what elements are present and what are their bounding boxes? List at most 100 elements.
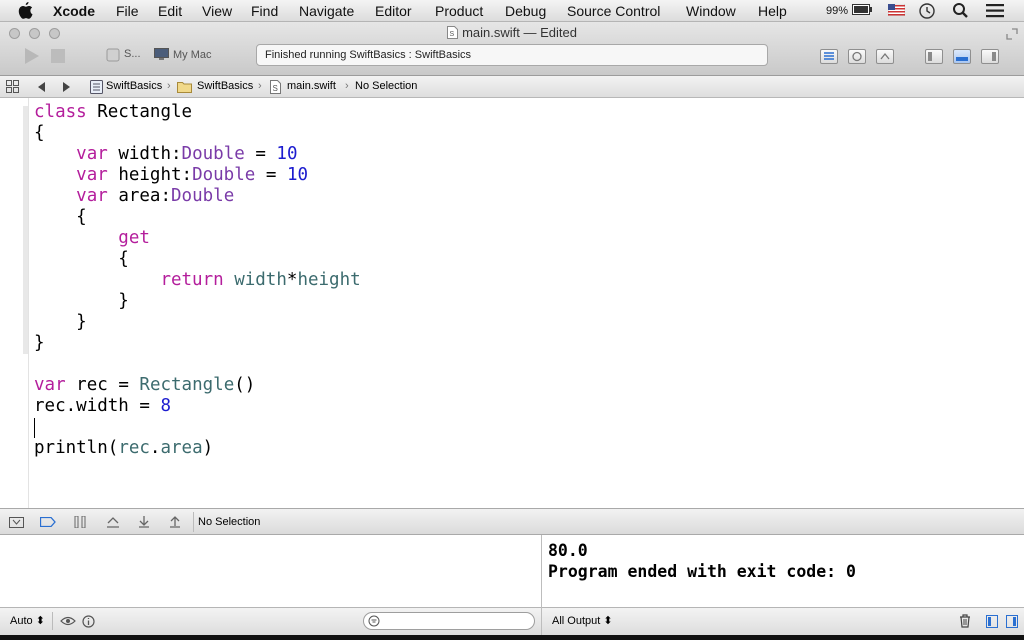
mac-icon (154, 48, 169, 61)
code-line[interactable]: { (34, 249, 361, 270)
swift-file-icon: S (270, 80, 281, 94)
svg-text:S: S (273, 84, 278, 93)
version-editor-button[interactable] (876, 49, 894, 64)
flag-icon[interactable] (888, 4, 905, 16)
console-line: 80.0 (548, 541, 588, 560)
info-icon[interactable] (82, 615, 95, 628)
code-line[interactable]: return width*height (34, 270, 360, 291)
divider (193, 512, 194, 532)
console-line: Program ended with exit code: 0 (548, 562, 856, 581)
jump-file[interactable]: main.swift (287, 76, 336, 97)
menu-find[interactable]: Find (251, 2, 278, 20)
step-over-icon[interactable] (106, 516, 120, 528)
show-variables-view-icon[interactable] (986, 615, 998, 628)
apple-icon[interactable] (18, 1, 33, 19)
folder-icon (177, 81, 192, 93)
debug-selection: No Selection (198, 516, 261, 528)
code-line[interactable]: class Rectangle (34, 102, 361, 123)
jump-group[interactable]: SwiftBasics (197, 76, 253, 97)
menu-bar: Xcode File Edit View Find Navigate Edito… (0, 0, 1024, 22)
jump-selection[interactable]: No Selection (355, 76, 417, 97)
battery-level[interactable]: 99% (826, 3, 848, 19)
divider (52, 612, 53, 630)
menu-product[interactable]: Product (435, 2, 483, 20)
window-title: S main.swift — Edited (0, 25, 1024, 40)
scheme-selector[interactable]: S... (124, 48, 141, 60)
code-line[interactable]: } (34, 291, 361, 312)
code-line[interactable]: var height:Double = 10 (34, 165, 361, 186)
destination-selector[interactable]: My Mac (173, 49, 212, 61)
code-line[interactable]: { (34, 123, 361, 144)
jump-project[interactable]: SwiftBasics (106, 76, 162, 97)
text-cursor (34, 418, 35, 438)
menu-source-control[interactable]: Source Control (567, 2, 660, 20)
menu-navigate[interactable]: Navigate (299, 2, 354, 20)
console-bottom-bar: All Output ⬍ (542, 607, 1024, 635)
run-button[interactable] (22, 46, 42, 66)
code-line[interactable]: var rec = Rectangle() (34, 375, 361, 396)
activity-status-text: Finished running SwiftBasics : SwiftBasi… (265, 49, 472, 61)
trash-icon[interactable] (959, 614, 971, 628)
hide-debug-area-icon[interactable] (9, 517, 24, 528)
menu-debug[interactable]: Debug (505, 2, 546, 20)
breakpoints-icon[interactable] (40, 517, 56, 527)
menu-file[interactable]: File (116, 2, 139, 20)
debug-bar: No Selection (0, 508, 1024, 535)
code-line[interactable] (34, 417, 361, 438)
scope-selector[interactable]: Auto ⬍ (10, 608, 45, 635)
menu-window[interactable]: Window (686, 2, 736, 20)
variables-filter-field[interactable] (363, 612, 535, 630)
scheme-icon (106, 48, 120, 62)
code-line[interactable]: var area:Double (34, 186, 361, 207)
code-line[interactable]: } (34, 333, 361, 354)
code-line[interactable]: { (34, 207, 361, 228)
code-line[interactable]: } (34, 312, 361, 333)
step-into-icon[interactable] (138, 516, 150, 528)
scope-label: Auto (10, 615, 33, 627)
toggle-utilities-button[interactable] (981, 49, 999, 64)
code-line[interactable]: var width:Double = 10 (34, 144, 361, 165)
standard-editor-button[interactable] (820, 49, 838, 64)
battery-icon[interactable] (852, 4, 872, 15)
svg-text:S: S (450, 31, 455, 38)
assistant-editor-button[interactable] (848, 49, 866, 64)
jump-bar: SwiftBasics › SwiftBasics › S main.swift… (0, 76, 1024, 98)
code-line[interactable]: println(rec.area) (34, 438, 361, 459)
pause-icon[interactable] (74, 516, 86, 528)
notification-center-icon[interactable] (986, 4, 1004, 18)
code-text[interactable]: class Rectangle{ var width:Double = 10 v… (34, 102, 361, 459)
breadcrumb-separator: › (345, 80, 349, 92)
fullscreen-icon[interactable] (1006, 28, 1018, 40)
menu-help[interactable]: Help (758, 2, 787, 20)
eye-icon[interactable] (60, 615, 76, 627)
menu-editor[interactable]: Editor (375, 2, 412, 20)
toggle-navigator-button[interactable] (925, 49, 943, 64)
code-line[interactable]: get (34, 228, 361, 249)
show-console-icon[interactable] (1006, 615, 1018, 628)
breadcrumb-separator: › (258, 80, 262, 92)
project-icon (90, 80, 103, 94)
code-line[interactable] (34, 354, 361, 375)
screen-edge (0, 635, 1024, 640)
step-out-icon[interactable] (169, 516, 181, 528)
related-items-icon[interactable] (6, 80, 19, 93)
forward-arrow-icon[interactable] (62, 82, 70, 92)
back-arrow-icon[interactable] (38, 82, 46, 92)
code-folding-ribbon[interactable] (23, 106, 28, 354)
menu-edit[interactable]: Edit (158, 2, 182, 20)
window-toolbar: S main.swift — Edited S... My Mac Finish… (0, 22, 1024, 76)
activity-viewer: Finished running SwiftBasics : SwiftBasi… (256, 44, 768, 66)
swift-file-icon: S (447, 26, 459, 39)
output-filter-label: All Output (552, 615, 601, 627)
menu-app-name[interactable]: Xcode (53, 2, 95, 20)
toggle-debug-area-button[interactable] (953, 49, 971, 64)
source-editor[interactable]: class Rectangle{ var width:Double = 10 v… (0, 98, 1024, 508)
code-line[interactable]: rec.width = 8 (34, 396, 361, 417)
menu-view[interactable]: View (202, 2, 232, 20)
window-title-text: main.swift — Edited (462, 25, 577, 40)
spotlight-search-icon[interactable] (952, 2, 969, 19)
time-machine-icon[interactable] (918, 2, 936, 20)
output-filter-selector[interactable]: All Output ⬍ (552, 608, 613, 635)
breadcrumb-separator: › (167, 80, 171, 92)
stop-button[interactable] (51, 49, 65, 63)
